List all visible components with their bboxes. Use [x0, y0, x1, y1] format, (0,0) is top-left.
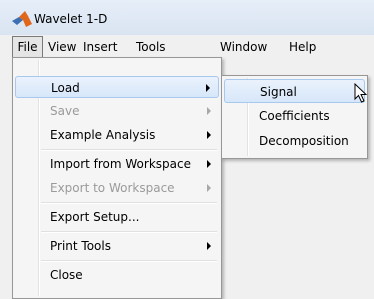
- menu-help[interactable]: Help: [289, 37, 316, 57]
- menu-item-label: Import from Workspace: [50, 157, 191, 171]
- mouse-pointer-icon: [354, 83, 368, 103]
- menu-item-import-from-workspace[interactable]: Import from Workspace: [15, 153, 219, 175]
- menu-file[interactable]: File: [12, 36, 43, 57]
- submenu-item-coefficients[interactable]: Coefficients: [224, 104, 365, 128]
- submenu-arrow-icon: [207, 107, 211, 115]
- menu-view[interactable]: View: [48, 37, 76, 57]
- submenu-arrow-icon: [207, 131, 211, 139]
- menu-item-example-analysis[interactable]: Example Analysis: [15, 124, 219, 146]
- menu-item-print-tools[interactable]: Print Tools: [15, 235, 219, 257]
- menu-item-close[interactable]: Close: [15, 264, 219, 286]
- submenu-arrow-icon: [207, 242, 211, 250]
- menu-separator: [41, 149, 217, 151]
- submenu-item-signal[interactable]: Signal: [224, 79, 365, 103]
- menu-item-export-to-workspace: Export to Workspace: [15, 177, 219, 199]
- menu-separator: [41, 260, 217, 262]
- menu-item-export-setup[interactable]: Export Setup...: [15, 206, 219, 228]
- window-title: Wavelet 1-D: [34, 12, 108, 26]
- menu-item-label: Print Tools: [50, 239, 111, 253]
- file-menu-dropdown: Load Save Example Analysis Import from W…: [12, 57, 222, 299]
- menu-item-label: Export to Workspace: [50, 181, 175, 195]
- menu-item-label: Close: [50, 268, 83, 282]
- menu-insert[interactable]: Insert: [83, 37, 117, 57]
- menu-bar: File View Insert Tools Window Help: [0, 35, 374, 59]
- menu-item-label: Signal: [260, 85, 297, 99]
- menu-separator: [41, 202, 217, 204]
- submenu-item-decomposition[interactable]: Decomposition: [224, 129, 365, 153]
- menu-item-label: Export Setup...: [50, 210, 140, 224]
- menu-item-save: Save: [15, 100, 219, 122]
- load-submenu: Signal Coefficients Decomposition: [221, 75, 368, 159]
- menu-item-label: Load: [51, 81, 80, 95]
- submenu-arrow-icon: [207, 160, 211, 168]
- menu-window[interactable]: Window: [220, 37, 267, 57]
- title-bar[interactable]: Wavelet 1-D: [0, 0, 374, 35]
- menu-item-label: Example Analysis: [50, 128, 156, 142]
- menu-item-label: Decomposition: [259, 134, 349, 148]
- app-window: Wavelet 1-D File View Insert Tools Windo…: [0, 0, 374, 299]
- matlab-logo-icon: [12, 11, 32, 27]
- menu-separator: [41, 231, 217, 233]
- submenu-arrow-icon: [207, 184, 211, 192]
- submenu-arrow-icon: [206, 84, 210, 92]
- menu-item-load[interactable]: Load: [15, 76, 219, 98]
- menu-item-label: Save: [50, 104, 80, 118]
- menu-tools[interactable]: Tools: [136, 37, 166, 57]
- menu-item-label: Coefficients: [259, 109, 330, 123]
